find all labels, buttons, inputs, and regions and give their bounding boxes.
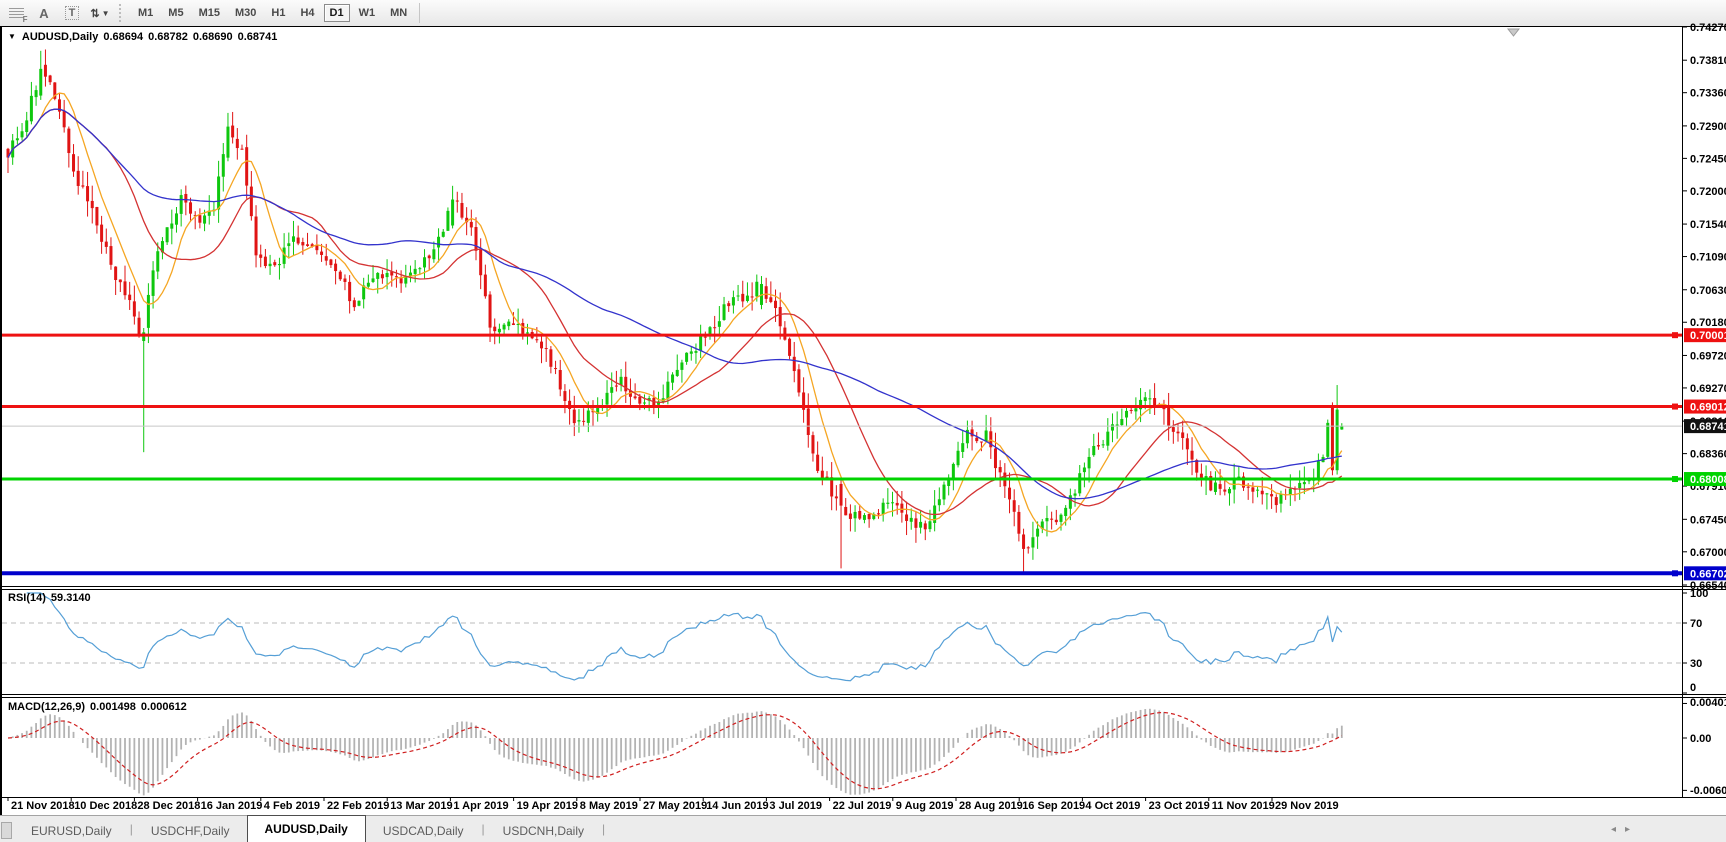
svg-text:0.00: 0.00 xyxy=(1690,733,1711,745)
svg-text:4 Oct 2019: 4 Oct 2019 xyxy=(1085,800,1140,812)
macd-indicator-label: MACD(12,26,9)0.0014980.000612 xyxy=(8,701,187,713)
svg-text:13 Mar 2019: 13 Mar 2019 xyxy=(390,800,452,812)
chart-tab-audusd[interactable]: AUDUSD,Daily xyxy=(247,815,366,842)
svg-text:4 Feb 2019: 4 Feb 2019 xyxy=(264,800,320,812)
svg-text:28 Aug 2019: 28 Aug 2019 xyxy=(959,800,1023,812)
svg-text:0.66702: 0.66702 xyxy=(1690,568,1726,580)
chart-tabbar: EURUSD,Daily|USDCHF,DailyAUDUSD,DailyUSD… xyxy=(0,815,1726,842)
symbol-label: AUDUSD,Daily xyxy=(22,31,98,43)
tab-separator: | xyxy=(601,822,606,836)
scroll-right-icon[interactable]: ▸ xyxy=(1625,824,1630,835)
svg-text:100: 100 xyxy=(1690,588,1708,600)
svg-text:3 Jul 2019: 3 Jul 2019 xyxy=(769,800,822,812)
svg-text:0.68008: 0.68008 xyxy=(1690,474,1726,486)
scroll-left-icon[interactable]: ◂ xyxy=(1611,824,1616,835)
svg-text:8 May 2019: 8 May 2019 xyxy=(580,800,638,812)
svg-text:23 Oct 2019: 23 Oct 2019 xyxy=(1149,800,1210,812)
svg-text:0.74270: 0.74270 xyxy=(1690,22,1726,34)
chart-tab-usdcad[interactable]: USDCAD,Daily xyxy=(366,819,481,842)
axis-layer: 0.74270 0.73810 0.73360 0.72900 0.72450 0.720… xyxy=(0,22,1726,816)
svg-text:21 Nov 2018: 21 Nov 2018 xyxy=(11,800,75,812)
svg-text:0.72900: 0.72900 xyxy=(1690,121,1726,133)
rsi-indicator-label: RSI(14)59.3140 xyxy=(8,592,91,604)
tab-scroll-arrows: ◂ ▸ xyxy=(1611,824,1630,835)
tabbar-corner xyxy=(1,822,12,839)
collapse-icon[interactable]: ▼ xyxy=(8,32,16,41)
svg-text:19 Apr 2019: 19 Apr 2019 xyxy=(517,800,578,812)
slow-ma-line xyxy=(8,109,1342,499)
svg-text:11 Nov 2019: 11 Nov 2019 xyxy=(1212,800,1275,812)
macd-main-value: 0.001498 xyxy=(90,701,136,713)
svg-text:14 Jun 2019: 14 Jun 2019 xyxy=(706,800,768,812)
svg-text:70: 70 xyxy=(1690,618,1702,630)
svg-text:0.70001: 0.70001 xyxy=(1690,330,1726,342)
chart-shift-marker[interactable] xyxy=(1508,29,1519,36)
chart-tab-eurusd[interactable]: EURUSD,Daily xyxy=(14,819,129,842)
svg-text:0.67000: 0.67000 xyxy=(1690,547,1726,559)
svg-text:0.71540: 0.71540 xyxy=(1690,219,1726,231)
chart-title: ▼ AUDUSD,Daily 0.68694 0.68782 0.68690 0.6874… xyxy=(8,31,277,43)
price-chart-canvas[interactable]: 0.74270 0.73810 0.73360 0.72900 0.72450 0.720… xyxy=(0,0,1726,842)
svg-text:0.73810: 0.73810 xyxy=(1690,55,1726,67)
terminal-window: F A T ⇅ ▼ M1M5M15M30H1H4D1W1MN 0.742700.… xyxy=(0,0,1726,842)
svg-text:0.72000: 0.72000 xyxy=(1690,186,1726,198)
svg-text:0.70630: 0.70630 xyxy=(1690,285,1726,297)
svg-text:0.69720: 0.69720 xyxy=(1690,350,1726,362)
open-value: 0.68694 xyxy=(103,31,143,43)
macd-signal-value: 0.000612 xyxy=(141,701,187,713)
tabs-host: EURUSD,Daily|USDCHF,DailyAUDUSD,DailyUSD… xyxy=(14,815,606,842)
fast-ma-line xyxy=(8,93,1342,532)
svg-text:0: 0 xyxy=(1690,682,1696,694)
moving-average-layer xyxy=(8,93,1342,532)
svg-text:28 Dec 2018: 28 Dec 2018 xyxy=(137,800,200,812)
svg-text:0.69012: 0.69012 xyxy=(1690,402,1726,414)
svg-text:0.67450: 0.67450 xyxy=(1690,514,1726,526)
macd-signal-line xyxy=(8,713,1342,789)
svg-text:0.72450: 0.72450 xyxy=(1690,153,1726,165)
mid-ma-line xyxy=(8,109,1342,514)
svg-text:0.71090: 0.71090 xyxy=(1690,252,1726,264)
candlestick-layer xyxy=(7,49,1344,573)
svg-text:1 Apr 2019: 1 Apr 2019 xyxy=(453,800,508,812)
svg-text:9 Aug 2019: 9 Aug 2019 xyxy=(896,800,954,812)
svg-text:10 Dec 2018: 10 Dec 2018 xyxy=(74,800,137,812)
svg-text:30: 30 xyxy=(1690,658,1702,670)
svg-text:0.70180: 0.70180 xyxy=(1690,317,1726,329)
close-value: 0.68741 xyxy=(238,31,278,43)
rsi-panel xyxy=(2,593,1682,681)
svg-text:0.73360: 0.73360 xyxy=(1690,88,1726,100)
rsi-line xyxy=(27,593,1342,681)
svg-text:16 Jan 2019: 16 Jan 2019 xyxy=(201,800,263,812)
macd-panel xyxy=(8,709,1342,796)
chart-tab-usdcnh[interactable]: USDCNH,Daily xyxy=(486,819,601,842)
svg-text:29 Nov 2019: 29 Nov 2019 xyxy=(1275,800,1339,812)
svg-text:-0.00609: -0.00609 xyxy=(1690,785,1726,797)
levels-layer xyxy=(2,332,1682,576)
low-value: 0.68690 xyxy=(193,31,233,43)
svg-text:0.004017: 0.004017 xyxy=(1690,697,1726,709)
chart-tab-usdchf[interactable]: USDCHF,Daily xyxy=(134,819,247,842)
svg-text:0.68360: 0.68360 xyxy=(1690,449,1726,461)
svg-text:0.68741: 0.68741 xyxy=(1690,421,1726,433)
svg-text:16 Sep 2019: 16 Sep 2019 xyxy=(1022,800,1085,812)
svg-text:22 Feb 2019: 22 Feb 2019 xyxy=(327,800,389,812)
svg-text:27 May 2019: 27 May 2019 xyxy=(643,800,707,812)
high-value: 0.68782 xyxy=(148,31,188,43)
svg-text:22 Jul 2019: 22 Jul 2019 xyxy=(833,800,892,812)
svg-text:0.69270: 0.69270 xyxy=(1690,383,1726,395)
rsi-value: 59.3140 xyxy=(51,592,91,604)
